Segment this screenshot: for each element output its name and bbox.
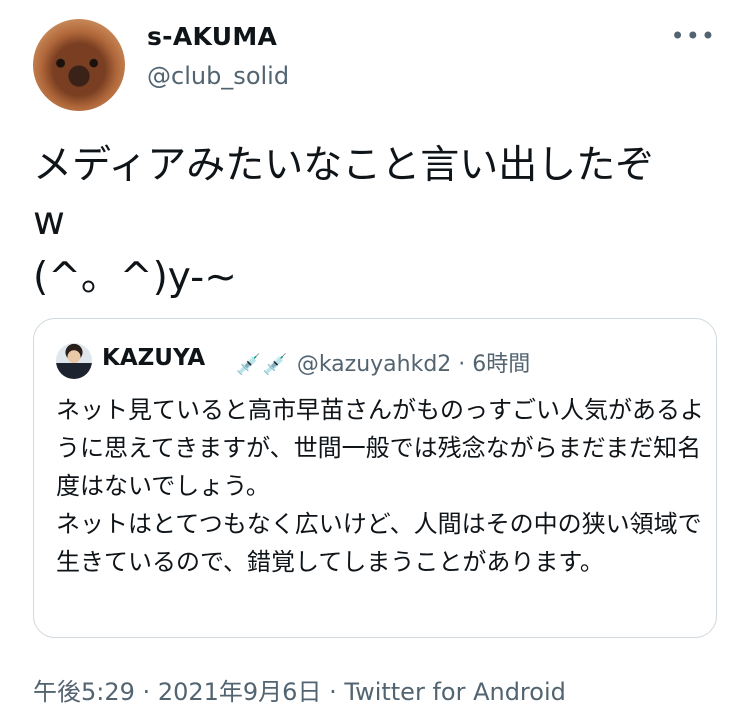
author-avatar[interactable] — [33, 19, 125, 111]
quoted-time: 6時間 — [472, 352, 531, 377]
quoted-author-avatar — [56, 343, 92, 379]
quoted-author-name: KAZUYA — [102, 345, 206, 371]
timestamp-time[interactable]: 午後5:29 — [33, 678, 135, 706]
quoted-tweet-card[interactable]: KAZUYA 💉 💉 @kazuyahkd2 · 6時間 ネット見ていると高市早苗… — [33, 318, 717, 638]
tweet-timestamp: 午後5:29 · 2021年9月6日 · Twitter for Android — [33, 672, 566, 707]
quoted-author-handle: @kazuyahkd2 — [296, 352, 452, 377]
syringe-icon: 💉 — [236, 352, 261, 376]
author-handle[interactable]: @club_solid — [147, 62, 289, 90]
timestamp-separator: · — [329, 678, 337, 706]
timestamp-separator: · — [142, 678, 151, 706]
syringe-icon: 💉 — [262, 352, 288, 376]
quoted-meta: 💉 💉 @kazuyahkd2 · 6時間 — [236, 346, 530, 378]
timestamp-date[interactable]: 2021年9月6日 — [158, 678, 322, 706]
author-name[interactable]: s-AKUMA — [147, 22, 277, 51]
quoted-tweet-text: ネット見ていると高市早苗さんがものっすごい人気があるように思えてきますが、世間一… — [56, 396, 704, 576]
tweet-text: メディアみたいなこと言い出したぞ w (^。^)y-~ — [33, 143, 655, 300]
more-options-icon[interactable]: ••• — [671, 22, 716, 50]
tweet-source-link[interactable]: Twitter for Android — [344, 678, 565, 706]
meta-separator: · — [458, 352, 466, 377]
